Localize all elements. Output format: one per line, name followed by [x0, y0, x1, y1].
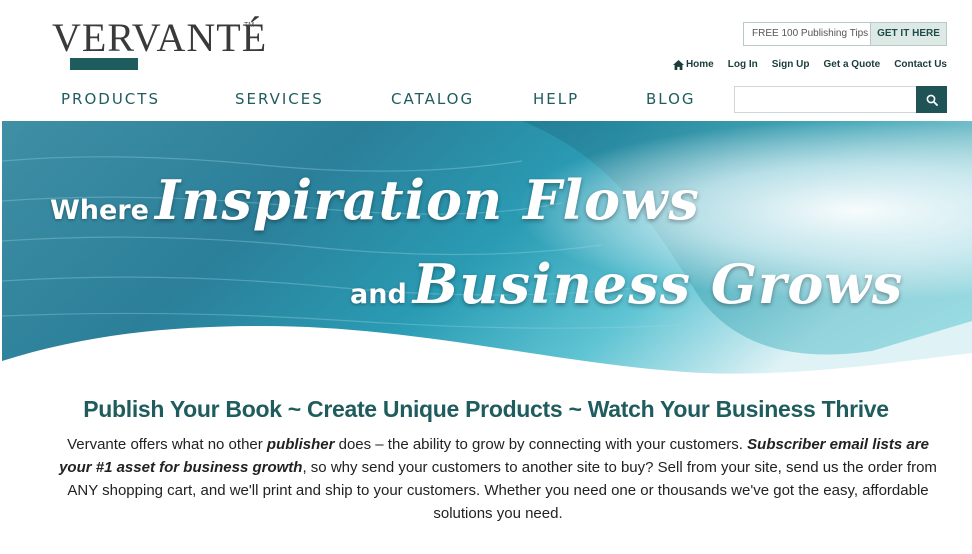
hero-banner — [2, 121, 972, 377]
search-input[interactable] — [734, 86, 916, 113]
hero-word-where: Where — [50, 195, 149, 226]
hero-heading-line2: and Business Grows — [350, 252, 903, 316]
vervante-logo[interactable]: VERVANTÉ TM — [52, 16, 266, 72]
intro-bold-publisher: publisher — [266, 436, 335, 453]
search-icon — [926, 94, 938, 106]
intro-paragraph: Vervante offers what no other publisher … — [52, 433, 944, 525]
search-bar — [734, 86, 947, 113]
home-icon — [672, 59, 684, 70]
hero-heading-line1: Where Inspiration Flows — [50, 168, 700, 232]
trademark-mark: TM — [244, 22, 255, 29]
logo-bar — [70, 58, 138, 70]
ocean-wave-image — [2, 121, 972, 377]
page-tagline: Publish Your Book ~ Create Unique Produc… — [83, 396, 889, 422]
main-nav: PRODUCTS SERVICES CATALOG HELP BLOG — [0, 88, 720, 110]
utility-link-contact[interactable]: Contact Us — [894, 59, 947, 70]
intro-text-2: does – the ability to grow by connecting… — [334, 436, 748, 453]
utility-link-home[interactable]: Home — [672, 59, 714, 70]
search-button[interactable] — [916, 86, 947, 113]
utility-link-label: Home — [685, 59, 714, 70]
promo-text: FREE 100 Publishing Tips — [752, 28, 869, 39]
utility-link-get-quote[interactable]: Get a Quote — [824, 59, 881, 70]
hero-word-and: and — [350, 279, 407, 310]
nav-item-products[interactable]: PRODUCTS — [61, 88, 160, 110]
hero-phrase-business: Business Grows — [412, 252, 904, 316]
nav-item-help[interactable]: HELP — [533, 88, 579, 110]
utility-link-login[interactable]: Log In — [728, 59, 758, 70]
utility-link-signup[interactable]: Sign Up — [772, 59, 810, 70]
nav-item-services[interactable]: SERVICES — [235, 88, 324, 110]
publishing-tips-promo: FREE 100 Publishing Tips GET IT HERE — [743, 22, 947, 46]
utility-nav: Home Log In Sign Up Get a Quote Contact … — [659, 59, 947, 70]
hero-phrase-inspiration: Inspiration Flows — [154, 168, 700, 232]
nav-item-catalog[interactable]: CATALOG — [391, 88, 474, 110]
logo-text: VERVANTÉ — [52, 15, 268, 60]
intro-text-1: Vervante offers what no other — [67, 436, 267, 453]
nav-item-blog[interactable]: BLOG — [646, 88, 696, 110]
get-it-here-button[interactable]: GET IT HERE — [870, 23, 946, 45]
